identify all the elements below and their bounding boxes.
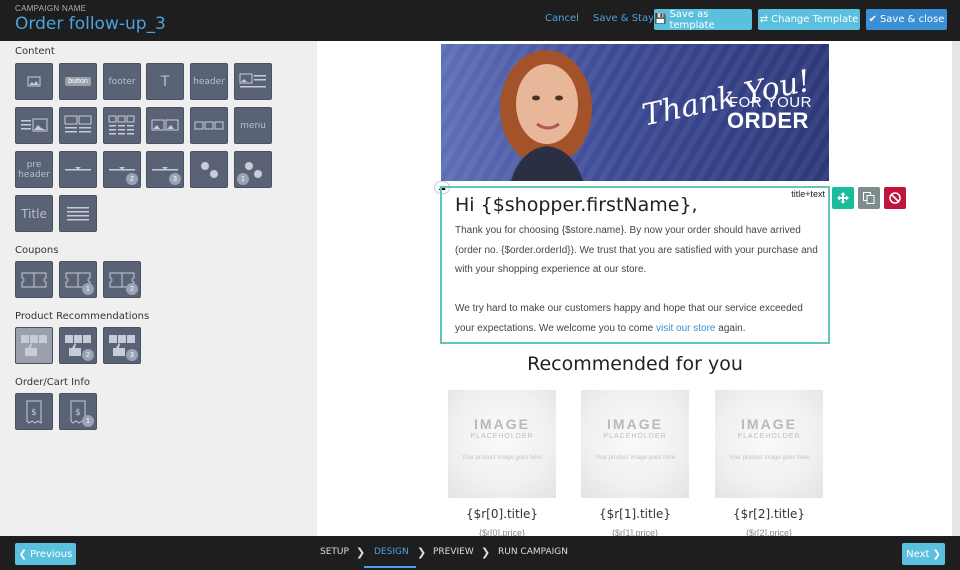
svg-text:$: $ bbox=[75, 408, 81, 418]
top-toolbar: CAMPAIGN NAME Order follow-up_3 Cancel S… bbox=[0, 0, 960, 41]
save-stay-link[interactable]: Save & Stay bbox=[593, 13, 654, 24]
footer-block-tile[interactable]: footer bbox=[103, 63, 141, 100]
coupon-icon bbox=[21, 272, 47, 287]
step-design[interactable]: DESIGN bbox=[374, 547, 409, 557]
divider-3-block-tile[interactable]: 3 bbox=[146, 151, 184, 188]
change-template-button[interactable]: ⇄ Change Template bbox=[758, 9, 860, 30]
button-block-tile[interactable]: button bbox=[59, 63, 97, 100]
two-image-block-tile[interactable] bbox=[146, 107, 184, 144]
woman-portrait-image bbox=[500, 50, 592, 181]
text-image-block-tile[interactable] bbox=[15, 107, 53, 144]
product-recommendations-section-title: Product Recommendations bbox=[15, 311, 150, 322]
coupon-2-block-tile[interactable]: 2 bbox=[103, 261, 141, 298]
copy-icon bbox=[863, 192, 875, 204]
save-icon: 💾 bbox=[654, 14, 667, 25]
coupons-section-title: Coupons bbox=[15, 245, 59, 256]
divider-icon bbox=[65, 166, 91, 170]
previous-button[interactable]: ❮ Previous bbox=[15, 543, 76, 565]
image-text-block-tile[interactable] bbox=[234, 63, 272, 100]
move-icon bbox=[837, 192, 849, 204]
product-title-0[interactable]: {$r[0].title} bbox=[448, 507, 556, 521]
product-title-2[interactable]: {$r[2].title} bbox=[715, 507, 823, 521]
campaign-name-label: CAMPAIGN NAME bbox=[15, 4, 87, 13]
canvas-scrollbar[interactable] bbox=[952, 41, 960, 536]
product-image-placeholder-2[interactable]: IMAGE PLACEHOLDER Your product image goe… bbox=[715, 390, 823, 498]
divider-2-block-tile[interactable]: 2 bbox=[103, 151, 141, 188]
menu-block-tile[interactable]: menu bbox=[234, 107, 272, 144]
product-price-1[interactable]: {$r[1].price} bbox=[581, 528, 689, 536]
two-image-text-block-tile[interactable] bbox=[59, 107, 97, 144]
content-section-title: Content bbox=[15, 46, 55, 57]
block-type-label: title+text bbox=[791, 189, 825, 199]
coupon-1-block-tile[interactable]: 1 bbox=[59, 261, 97, 298]
product-price-2[interactable]: {$r[2].price} bbox=[715, 528, 823, 536]
copy-block-button[interactable] bbox=[858, 187, 880, 209]
image-block-tile[interactable] bbox=[15, 63, 53, 100]
swap-icon: ⇄ bbox=[759, 14, 769, 25]
wizard-footer: ❮ Previous SETUP ❯ DESIGN ❯ PREVIEW ❯ RU… bbox=[0, 536, 960, 570]
chevron-right-icon: ❯ bbox=[356, 547, 366, 559]
check-icon: ✔ bbox=[868, 14, 877, 25]
divider-block-tile[interactable] bbox=[59, 151, 97, 188]
paragraph-block-tile[interactable] bbox=[59, 195, 97, 232]
hero-order-text: ORDER bbox=[727, 108, 809, 133]
recommended-heading[interactable]: Recommended for you bbox=[441, 353, 829, 375]
order-info-1-block-tile[interactable]: $ 1 bbox=[59, 393, 97, 430]
paragraph-2[interactable]: We try hard to make our customers happy … bbox=[455, 299, 820, 338]
three-columns-icon bbox=[108, 115, 135, 134]
chevron-right-icon: ❯ bbox=[417, 547, 427, 559]
active-step-underline bbox=[364, 566, 416, 568]
save-as-template-button[interactable]: 💾 Save as template bbox=[654, 9, 752, 31]
text-block-tile[interactable]: T bbox=[146, 63, 184, 100]
next-button[interactable]: Next ❯ bbox=[902, 543, 945, 565]
step-run-campaign[interactable]: RUN CAMPAIGN bbox=[498, 547, 568, 557]
text-image-icon bbox=[21, 118, 48, 131]
order-info-block-tile[interactable]: $ bbox=[15, 393, 53, 430]
three-image-block-tile[interactable] bbox=[190, 107, 228, 144]
product-price-0[interactable]: {$r[0].price} bbox=[448, 528, 556, 536]
paragraph-icon bbox=[67, 206, 89, 220]
move-block-button[interactable] bbox=[832, 187, 854, 209]
social-block-tile[interactable] bbox=[190, 151, 228, 188]
step-setup[interactable]: SETUP bbox=[320, 547, 349, 557]
hero-banner[interactable]: Thank You! FOR YOUR ORDER bbox=[441, 44, 829, 181]
save-close-button[interactable]: ✔ Save & close bbox=[866, 9, 947, 30]
social-1-block-tile[interactable]: 1 bbox=[234, 151, 272, 188]
title-block-tile[interactable]: Title bbox=[15, 195, 53, 232]
chevron-right-icon: ❯ bbox=[932, 548, 941, 560]
image-text-icon bbox=[239, 73, 266, 87]
three-column-text-block-tile[interactable] bbox=[103, 107, 141, 144]
two-images-icon bbox=[151, 119, 179, 130]
receipt-icon: $ bbox=[26, 400, 42, 424]
chevron-left-icon: ❮ bbox=[18, 548, 28, 560]
product-image-placeholder-0[interactable]: IMAGE PLACEHOLDER Your product image goe… bbox=[448, 390, 556, 498]
email-canvas: Thank You! FOR YOUR ORDER ☁ title+text H… bbox=[317, 41, 952, 536]
step-preview[interactable]: PREVIEW bbox=[433, 547, 474, 557]
product-title-1[interactable]: {$r[1].title} bbox=[581, 507, 689, 521]
two-columns-image-icon bbox=[64, 115, 92, 132]
ban-icon bbox=[889, 192, 901, 204]
preheader-block-tile[interactable]: pre header bbox=[15, 151, 53, 188]
title-text-block[interactable]: title+text Hi {$shopper.firstName}, Than… bbox=[440, 186, 830, 344]
greeting-heading[interactable]: Hi {$shopper.firstName}, bbox=[455, 194, 698, 216]
order-cart-section-title: Order/Cart Info bbox=[15, 377, 91, 388]
recommendation-block-tile[interactable] bbox=[15, 327, 53, 364]
svg-text:$: $ bbox=[31, 408, 37, 418]
coupon-block-tile[interactable] bbox=[15, 261, 53, 298]
visit-store-link[interactable]: visit our store bbox=[656, 323, 715, 334]
header-block-tile[interactable]: header bbox=[190, 63, 228, 100]
recommendation-3-block-tile[interactable]: 3 bbox=[103, 327, 141, 364]
paragraph-1[interactable]: Thank you for choosing {$store.name}. By… bbox=[455, 221, 820, 280]
product-image-placeholder-1[interactable]: IMAGE PLACEHOLDER Your product image goe… bbox=[581, 390, 689, 498]
image-icon bbox=[27, 76, 41, 87]
thumbs-up-products-icon bbox=[21, 334, 47, 356]
delete-block-button[interactable] bbox=[884, 187, 906, 209]
chevron-right-icon: ❯ bbox=[481, 547, 491, 559]
blocks-palette: Content button footer T header menu pre … bbox=[0, 41, 317, 536]
recommendation-2-block-tile[interactable]: 2 bbox=[59, 327, 97, 364]
campaign-name[interactable]: Order follow-up_3 bbox=[15, 14, 166, 34]
social-icon bbox=[201, 161, 218, 178]
three-images-icon bbox=[194, 121, 224, 129]
cancel-link[interactable]: Cancel bbox=[545, 13, 579, 24]
